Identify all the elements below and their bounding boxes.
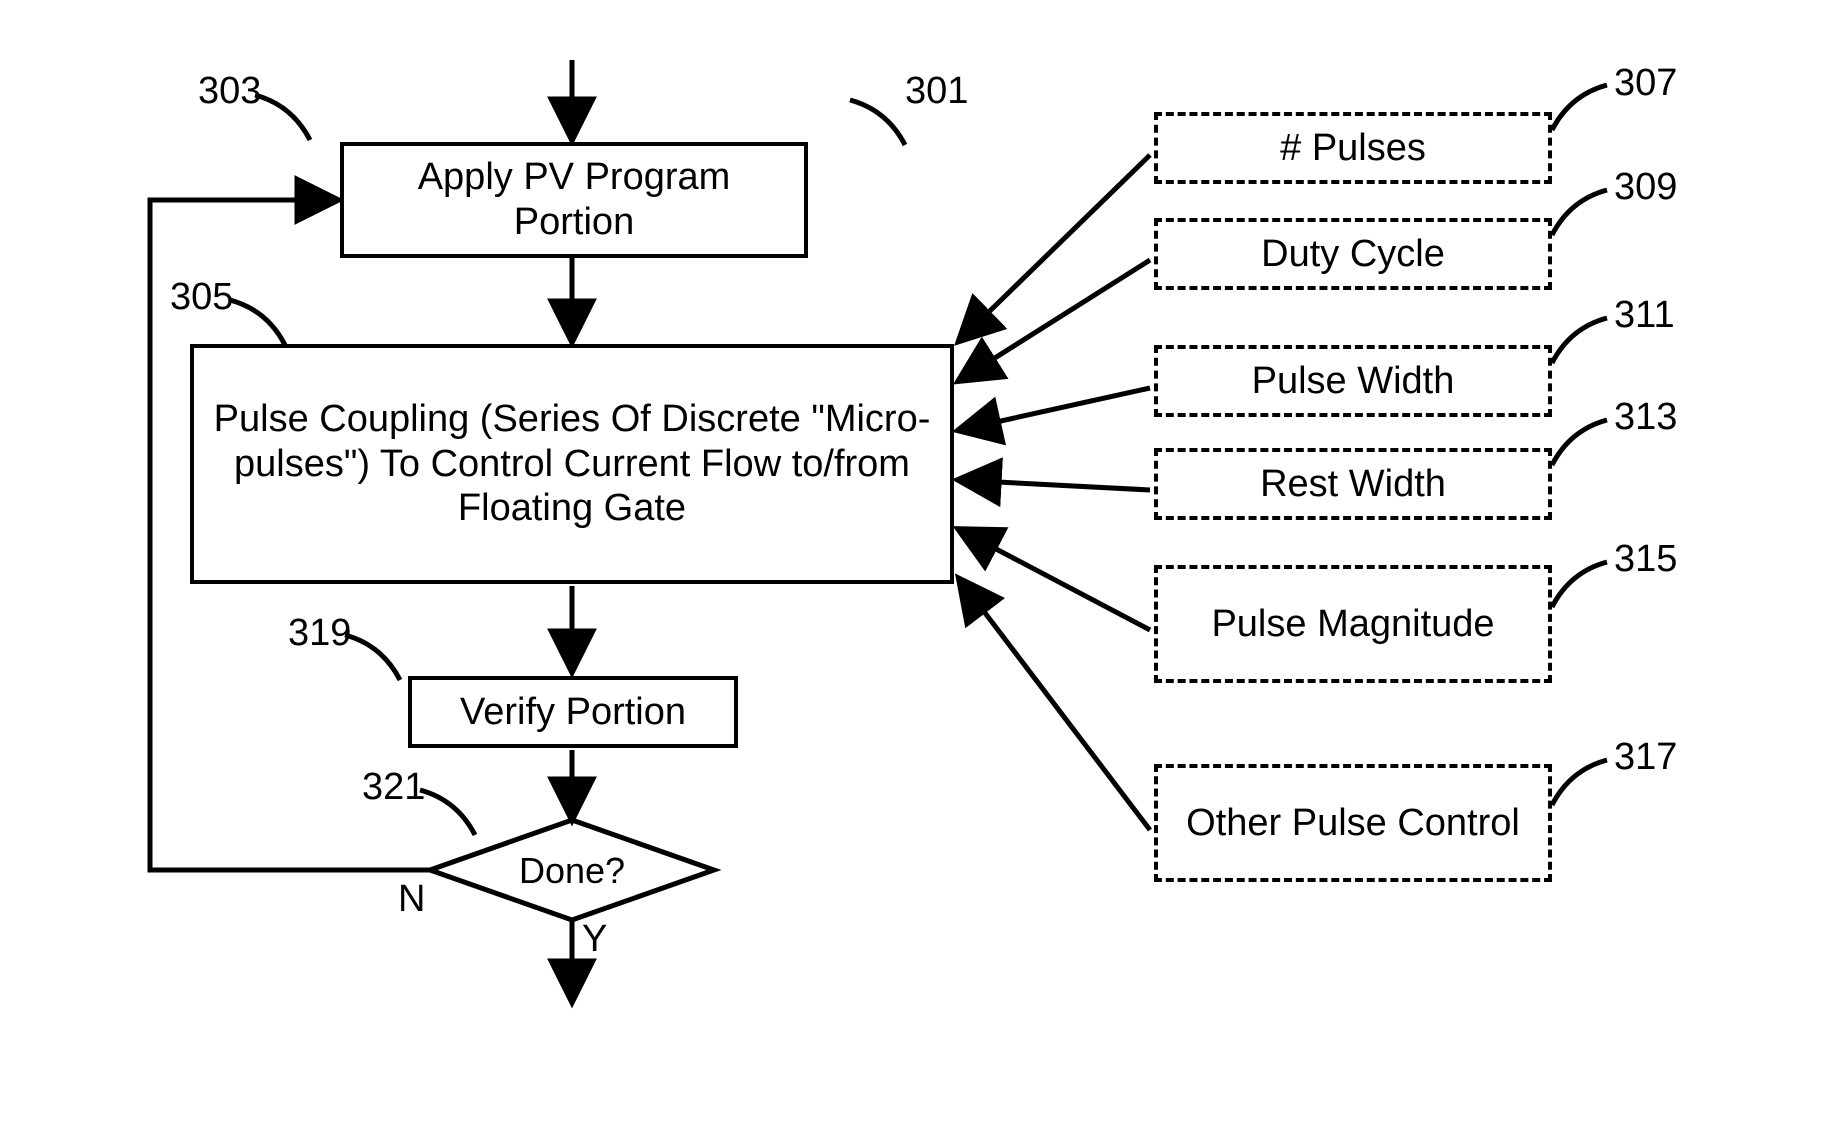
decision-no-label: N (398, 880, 425, 918)
decision-done: Done? (492, 850, 652, 892)
option-box-317: Other Pulse Control (1154, 764, 1552, 882)
option-box-313: Rest Width (1154, 448, 1552, 520)
option-box-307: # Pulses (1154, 112, 1552, 184)
ref-317: 317 (1614, 738, 1677, 776)
ref-321: 321 (362, 768, 425, 806)
option-box-311: Pulse Width (1154, 345, 1552, 417)
process-box-305: Pulse Coupling (Series Of Discrete "Micr… (190, 344, 954, 584)
ref-303: 303 (198, 72, 261, 110)
option-box-315: Pulse Magnitude (1154, 565, 1552, 683)
ref-315: 315 (1614, 540, 1677, 578)
ref-307: 307 (1614, 64, 1677, 102)
ref-309: 309 (1614, 168, 1677, 206)
ref-313: 313 (1614, 398, 1677, 436)
ref-305: 305 (170, 278, 233, 316)
process-box-303: Apply PV Program Portion (340, 142, 808, 258)
ref-311: 311 (1614, 296, 1675, 334)
ref-319: 319 (288, 614, 351, 652)
option-box-309: Duty Cycle (1154, 218, 1552, 290)
decision-yes-label: Y (582, 920, 607, 958)
ref-301: 301 (905, 72, 968, 110)
process-box-319: Verify Portion (408, 676, 738, 748)
